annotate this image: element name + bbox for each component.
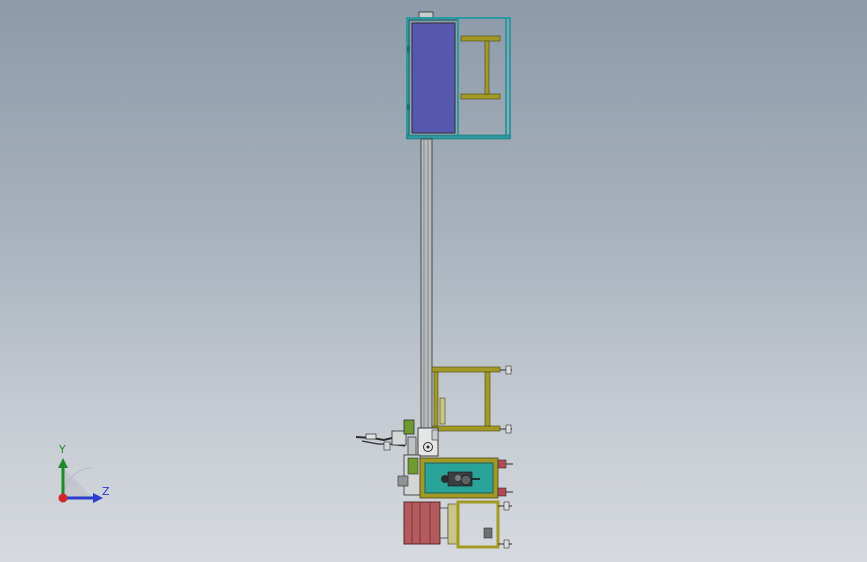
triad-x-axis [58, 493, 68, 503]
bottom-roller-assembly[interactable] [403, 500, 512, 549]
orientation-triad[interactable]: Y Z [48, 442, 118, 512]
middle-olive-frame[interactable] [431, 365, 512, 434]
triad-y-label: Y [59, 443, 66, 456]
blue-glass-panel [411, 22, 456, 134]
top-cabinet[interactable] [406, 11, 511, 140]
cad-viewport[interactable]: Y Z [0, 0, 867, 562]
left-arm-mechanism[interactable] [355, 419, 417, 456]
machine-assembly-model[interactable] [0, 0, 867, 562]
vertical-column[interactable] [420, 138, 433, 432]
triad-z-label: Z [102, 485, 110, 498]
bracket-plate[interactable] [417, 427, 439, 457]
lower-teal-module[interactable] [397, 454, 513, 499]
